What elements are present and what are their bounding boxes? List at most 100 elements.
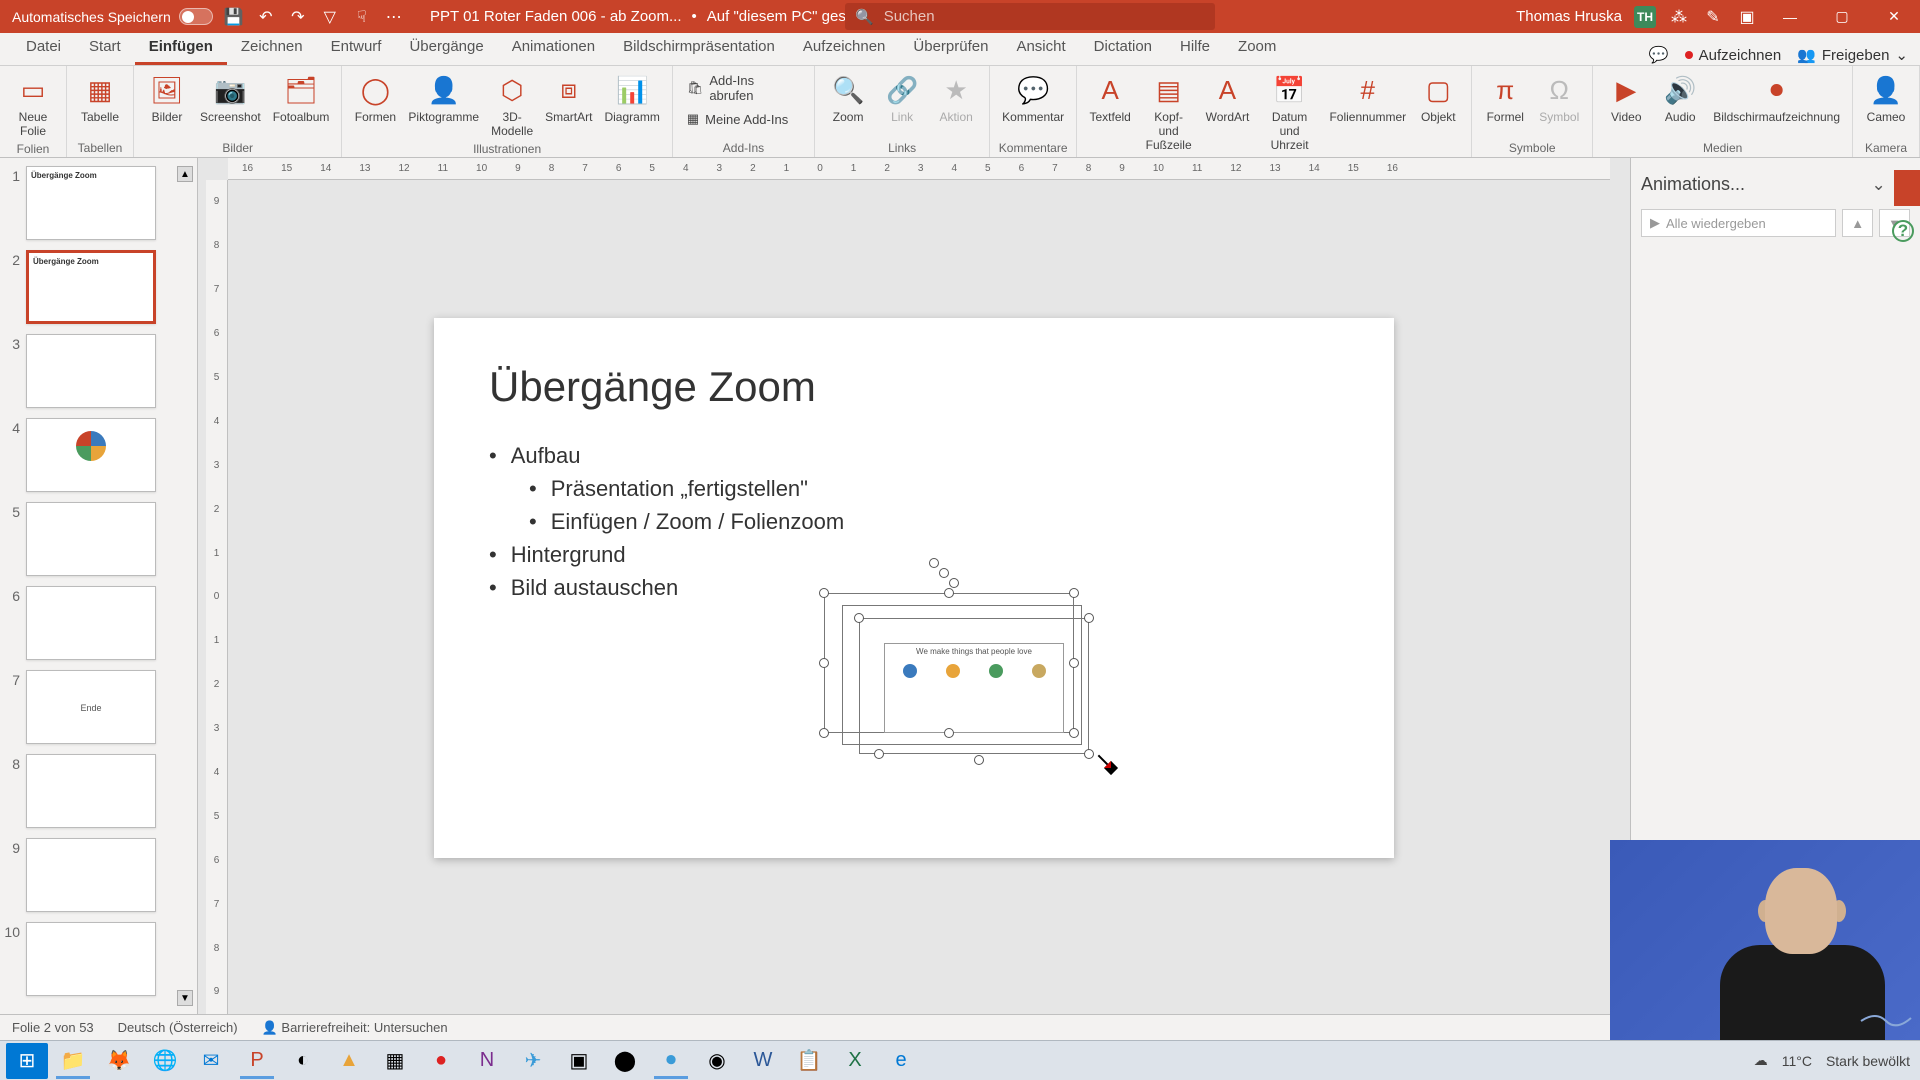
- undo-icon[interactable]: ↶: [255, 6, 277, 28]
- slide[interactable]: Übergänge Zoom Aufbau Präsentation „fert…: [434, 318, 1394, 858]
- slide-thumbnail[interactable]: [26, 922, 156, 996]
- excel-icon[interactable]: X: [834, 1043, 876, 1079]
- maximize-button[interactable]: ▢: [1822, 0, 1862, 33]
- ribbon-button-bildschirmaufzeichnung[interactable]: ⏺Bildschirmaufzeichnung: [1709, 70, 1844, 126]
- weather-icon[interactable]: ☁: [1754, 1052, 1768, 1069]
- tab-überprüfen[interactable]: Überprüfen: [899, 31, 1002, 65]
- ribbon-button-kommentar[interactable]: 💬Kommentar: [998, 70, 1068, 126]
- ribbon-button-formen[interactable]: ◯Formen: [350, 70, 400, 126]
- ribbon-button-video[interactable]: ▶Video: [1601, 70, 1651, 126]
- language-selector[interactable]: Deutsch (Österreich): [118, 1020, 238, 1035]
- slide-thumbnail[interactable]: [26, 586, 156, 660]
- tab-aufzeichnen[interactable]: Aufzeichnen: [789, 31, 900, 65]
- ribbon-button-piktogramme[interactable]: 👤Piktogramme: [404, 70, 483, 126]
- tab-ansicht[interactable]: Ansicht: [1002, 31, 1079, 65]
- weather-text[interactable]: Stark bewölkt: [1826, 1053, 1910, 1069]
- slide-thumbnail[interactable]: Ende: [26, 670, 156, 744]
- file-explorer-icon[interactable]: 📁: [52, 1043, 94, 1079]
- pen-icon[interactable]: ✎: [1702, 6, 1724, 28]
- save-icon[interactable]: 💾: [223, 6, 245, 28]
- tab-datei[interactable]: Datei: [12, 31, 75, 65]
- help-icon[interactable]: ?: [1892, 220, 1914, 242]
- minimize-button[interactable]: —: [1770, 0, 1810, 33]
- zoom-frames-selection[interactable]: We make things that people love: [824, 563, 1114, 763]
- slide-thumbnail[interactable]: Übergänge Zoom: [26, 250, 156, 324]
- start-button[interactable]: ⊞: [6, 1043, 48, 1079]
- ribbon-button-neue[interactable]: ▭NeueFolie: [8, 70, 58, 140]
- recording-icon[interactable]: ⏺: [650, 1043, 692, 1079]
- slide-canvas[interactable]: 1615141312111098765432101234567891011121…: [198, 158, 1630, 1014]
- ribbon-button-3d-[interactable]: ⬡3D-Modelle: [487, 70, 537, 140]
- tab-start[interactable]: Start: [75, 31, 135, 65]
- app-icon[interactable]: ●: [420, 1043, 462, 1079]
- app-icon[interactable]: ◉: [696, 1043, 738, 1079]
- onenote-icon[interactable]: N: [466, 1043, 508, 1079]
- chevron-down-icon[interactable]: ⌄: [1872, 175, 1886, 195]
- vlc-icon[interactable]: ▲: [328, 1043, 370, 1079]
- tab-dictation[interactable]: Dictation: [1080, 31, 1166, 65]
- ribbon-button-kopf- und[interactable]: ▤Kopf- undFußzeile: [1139, 70, 1198, 154]
- ribbon-button-fotoalbum[interactable]: 🗂Fotoalbum: [269, 70, 334, 126]
- ribbon-button[interactable]: 🛍Add-Ins abrufen: [681, 70, 806, 106]
- powerpoint-icon[interactable]: P: [236, 1043, 278, 1079]
- scroll-down-icon[interactable]: ▼: [177, 990, 193, 1006]
- weather-temp[interactable]: 11°C: [1782, 1053, 1812, 1069]
- word-icon[interactable]: W: [742, 1043, 784, 1079]
- ribbon-button-tabelle[interactable]: ▦Tabelle: [75, 70, 125, 126]
- app-icon[interactable]: ▦: [374, 1043, 416, 1079]
- slide-thumbnail[interactable]: [26, 418, 156, 492]
- move-up-button[interactable]: ▲: [1842, 209, 1873, 237]
- tab-einfügen[interactable]: Einfügen: [135, 31, 227, 65]
- ribbon-button-textfeld[interactable]: ATextfeld: [1085, 70, 1135, 126]
- app-icon[interactable]: 📋: [788, 1043, 830, 1079]
- tab-animationen[interactable]: Animationen: [498, 31, 609, 65]
- accessibility-checker[interactable]: 👤 Barrierefreiheit: Untersuchen: [262, 1020, 448, 1036]
- edge-icon[interactable]: e: [880, 1043, 922, 1079]
- obs-icon[interactable]: ⬤: [604, 1043, 646, 1079]
- tab-hilfe[interactable]: Hilfe: [1166, 31, 1224, 65]
- ribbon-button-bilder[interactable]: 🖼Bilder: [142, 70, 192, 126]
- outlook-icon[interactable]: ✉: [190, 1043, 232, 1079]
- tab-zeichnen[interactable]: Zeichnen: [227, 31, 317, 65]
- record-button[interactable]: Aufzeichnen: [1685, 47, 1782, 64]
- tab-übergänge[interactable]: Übergänge: [395, 31, 497, 65]
- chrome-icon[interactable]: 🌐: [144, 1043, 186, 1079]
- slide-thumbnail[interactable]: [26, 502, 156, 576]
- tab-bildschirmpräsentation[interactable]: Bildschirmpräsentation: [609, 31, 789, 65]
- autosave-toggle[interactable]: Automatisches Speichern: [12, 8, 213, 25]
- ribbon-button-cameo[interactable]: 👤Cameo: [1861, 70, 1911, 126]
- slide-thumbnail[interactable]: Übergänge Zoom: [26, 166, 156, 240]
- search-input[interactable]: 🔍 Suchen: [845, 3, 1215, 30]
- ribbon-button-foliennummer[interactable]: #Foliennummer: [1326, 70, 1409, 126]
- share-button[interactable]: 👥 Freigeben ⌄: [1797, 46, 1908, 64]
- comments-icon[interactable]: 💬: [1649, 45, 1669, 65]
- slide-thumbnail[interactable]: [26, 838, 156, 912]
- qat-overflow-icon[interactable]: ⋯: [383, 6, 405, 28]
- slide-thumbnail[interactable]: [26, 754, 156, 828]
- ribbon-button-audio[interactable]: 🔊Audio: [1655, 70, 1705, 126]
- pattern-icon[interactable]: ⁂: [1668, 6, 1690, 28]
- ribbon-button-objekt[interactable]: ▢Objekt: [1413, 70, 1463, 126]
- slide-title[interactable]: Übergänge Zoom: [489, 363, 1339, 411]
- ribbon-button-zoom[interactable]: 🔍Zoom: [823, 70, 873, 126]
- close-button[interactable]: ✕: [1874, 0, 1914, 33]
- ribbon-button-formel[interactable]: πFormel: [1480, 70, 1530, 126]
- ribbon-button-diagramm[interactable]: 📊Diagramm: [600, 70, 663, 126]
- redo-icon[interactable]: ↷: [287, 6, 309, 28]
- slide-thumbnails-panel[interactable]: 1Übergänge Zoom2Übergänge Zoom34567Ende8…: [0, 158, 198, 1014]
- window-mode-icon[interactable]: ▣: [1736, 6, 1758, 28]
- play-all-button[interactable]: ▶ Alle wiedergeben: [1641, 209, 1836, 237]
- present-start-icon[interactable]: ▽: [319, 6, 341, 28]
- app-icon[interactable]: ◐: [282, 1043, 324, 1079]
- scroll-up-icon[interactable]: ▲: [177, 166, 193, 182]
- slide-counter[interactable]: Folie 2 von 53: [12, 1020, 94, 1035]
- ribbon-button[interactable]: ▦Meine Add-Ins: [681, 108, 806, 130]
- ribbon-button-wordart[interactable]: AWordArt: [1202, 70, 1253, 126]
- tab-zoom[interactable]: Zoom: [1224, 31, 1290, 65]
- ribbon-button-smartart[interactable]: ⧈SmartArt: [541, 70, 596, 126]
- slide-thumbnail[interactable]: [26, 334, 156, 408]
- ribbon-button-screenshot[interactable]: 📷Screenshot: [196, 70, 265, 126]
- designer-toggle[interactable]: [1894, 170, 1920, 206]
- telegram-icon[interactable]: ✈: [512, 1043, 554, 1079]
- tab-entwurf[interactable]: Entwurf: [317, 31, 396, 65]
